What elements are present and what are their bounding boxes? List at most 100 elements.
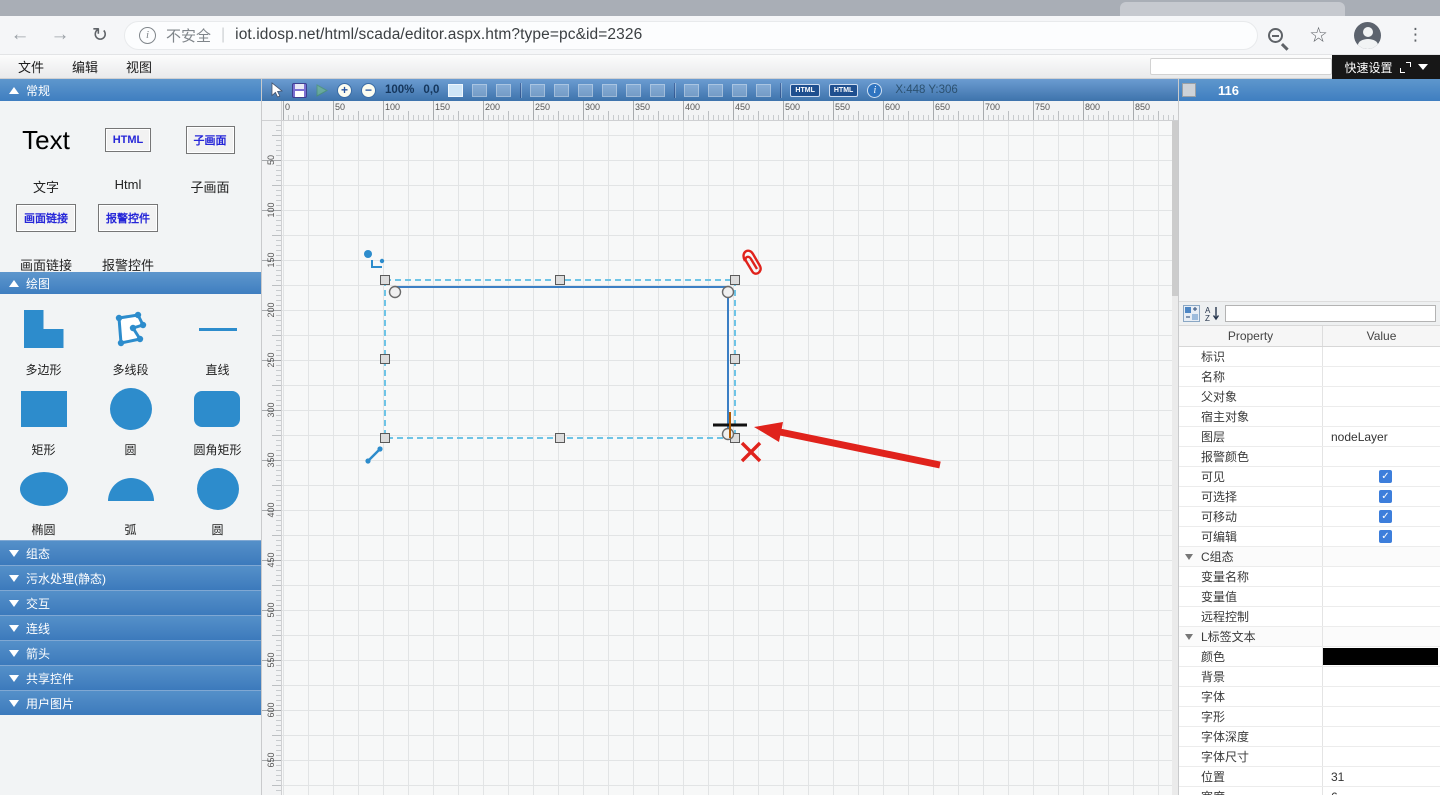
checkbox-checked-icon[interactable]: ✓ — [1379, 490, 1392, 503]
palette-item-subscreen[interactable]: 子画面 子画面 — [166, 117, 254, 196]
property-row[interactable]: 图层 nodeLayer — [1179, 427, 1440, 447]
property-row[interactable]: 标识 — [1179, 347, 1440, 367]
property-row[interactable]: 远程控制 — [1179, 607, 1440, 627]
property-filter-input[interactable] — [1225, 305, 1436, 322]
triangle-down-icon[interactable] — [1185, 634, 1193, 640]
canvas-settings-icon[interactable] — [448, 83, 464, 97]
property-value[interactable] — [1323, 727, 1440, 746]
run-icon[interactable] — [316, 83, 328, 97]
property-value[interactable] — [1323, 587, 1440, 606]
property-row[interactable]: 报警颜色 — [1179, 447, 1440, 467]
shape-arc[interactable]: 弧 — [107, 464, 154, 538]
align-bottom-icon[interactable] — [650, 83, 666, 97]
sidebar-section-collapsed-6[interactable]: 用户图片 — [0, 690, 261, 715]
property-value[interactable] — [1323, 547, 1440, 566]
align-right-icon[interactable] — [578, 83, 594, 97]
align-center-icon[interactable] — [554, 83, 570, 97]
shape-polyline[interactable]: 多线段 — [109, 304, 153, 378]
property-row[interactable]: 可编辑 ✓ — [1179, 527, 1440, 547]
shape-polygon[interactable]: 多边形 — [23, 304, 64, 378]
sidebar-section-collapsed-3[interactable]: 连线 — [0, 615, 261, 640]
browser-menu-icon[interactable]: ⋮ — [1407, 25, 1424, 45]
property-row[interactable]: 宿主对象 — [1179, 407, 1440, 427]
property-row[interactable]: 字体尺寸 — [1179, 747, 1440, 767]
property-row[interactable]: 字体深度 — [1179, 727, 1440, 747]
property-row[interactable]: 可移动 ✓ — [1179, 507, 1440, 527]
shape-circle[interactable]: 圆 — [109, 384, 152, 458]
property-group-row[interactable]: L标签文本 — [1179, 627, 1440, 647]
shape-line[interactable]: 直线 — [198, 304, 237, 378]
property-value[interactable]: nodeLayer — [1323, 427, 1440, 446]
property-value[interactable] — [1323, 567, 1440, 586]
url-field[interactable]: i 不安全 | iot.idosp.net/html/scada/editor.… — [124, 20, 1259, 50]
back-icon[interactable]: ← — [0, 24, 40, 46]
property-row[interactable]: 颜色 — [1179, 647, 1440, 667]
property-value[interactable] — [1323, 687, 1440, 706]
property-value[interactable] — [1323, 367, 1440, 386]
palette-item-html[interactable]: HTML Html — [84, 117, 172, 192]
polyline-vertex[interactable] — [721, 427, 735, 441]
align-left-icon[interactable] — [530, 83, 546, 97]
sidebar-section-collapsed-5[interactable]: 共享控件 — [0, 665, 261, 690]
property-row[interactable]: 变量值 — [1179, 587, 1440, 607]
html-export-icon[interactable]: HTML — [828, 83, 859, 97]
property-row[interactable]: 字体 — [1179, 687, 1440, 707]
polyline-vertex[interactable] — [388, 285, 402, 299]
property-value[interactable] — [1323, 627, 1440, 646]
reload-icon[interactable]: ↻ — [80, 24, 120, 47]
shape-ellipse[interactable]: 椭圆 — [19, 464, 68, 538]
property-value[interactable] — [1323, 387, 1440, 406]
categorized-view-icon[interactable] — [1183, 305, 1200, 322]
selection-handle[interactable] — [380, 275, 390, 285]
sidebar-section-collapsed-4[interactable]: 箭头 — [0, 640, 261, 665]
selection-handle[interactable] — [380, 433, 390, 443]
sidebar-section-collapsed-2[interactable]: 交互 — [0, 590, 261, 615]
property-row[interactable]: 字形 — [1179, 707, 1440, 727]
property-value[interactable] — [1323, 347, 1440, 366]
bookmark-star-icon[interactable]: ☆ — [1309, 23, 1328, 48]
property-value[interactable]: 31 — [1323, 767, 1440, 786]
drawn-polyline[interactable] — [395, 286, 729, 430]
property-row[interactable]: 父对象 — [1179, 387, 1440, 407]
selection-handle[interactable] — [380, 354, 390, 364]
color-swatch[interactable] — [1323, 648, 1438, 665]
shape-rect[interactable]: 矩形 — [20, 384, 67, 458]
menubar-input[interactable] — [1150, 58, 1332, 75]
palette-item-screen-link[interactable]: 画面链接 画面链接 — [2, 195, 90, 274]
property-value[interactable] — [1323, 647, 1440, 666]
menu-file[interactable]: 文件 — [18, 57, 44, 76]
checkbox-checked-icon[interactable]: ✓ — [1379, 510, 1392, 523]
cursor-tool-icon[interactable] — [270, 82, 283, 98]
selection-handle[interactable] — [730, 275, 740, 285]
distribute-icon[interactable] — [756, 83, 772, 97]
property-value[interactable] — [1323, 707, 1440, 726]
zoom-in-icon[interactable]: + — [337, 82, 352, 98]
shape-rounded-rect[interactable]: 圆角矩形 — [193, 384, 242, 458]
zoom-out-icon[interactable]: − — [361, 82, 376, 98]
align-top-icon[interactable] — [602, 83, 618, 97]
canvas[interactable] — [282, 121, 1178, 795]
selection-handle[interactable] — [555, 433, 565, 443]
scrollbar-thumb[interactable] — [1172, 121, 1178, 296]
same-height-icon[interactable] — [708, 83, 724, 97]
sidebar-section-collapsed-0[interactable]: 组态 — [0, 540, 261, 565]
property-value[interactable] — [1323, 447, 1440, 466]
property-row[interactable]: 可选择 ✓ — [1179, 487, 1440, 507]
property-row[interactable]: 变量名称 — [1179, 567, 1440, 587]
sidebar-section-drawing[interactable]: 绘图 — [0, 272, 261, 294]
quick-settings[interactable]: 快速设置 — [1332, 55, 1440, 79]
sidebar-section-collapsed-1[interactable]: 污水处理(静态) — [0, 565, 261, 590]
forward-icon[interactable]: → — [40, 24, 80, 46]
property-value[interactable]: ✓ — [1323, 507, 1440, 526]
page-info-icon[interactable]: i — [139, 26, 156, 44]
property-value[interactable]: ✓ — [1323, 467, 1440, 486]
palette-item-alarm-control[interactable]: 报警控件 报警控件 — [84, 195, 172, 274]
property-row[interactable]: 宽度6 — [1179, 787, 1440, 795]
page-zoom-icon[interactable] — [1268, 27, 1284, 43]
panel-collapse-icon[interactable] — [1182, 83, 1196, 97]
chevron-down-icon[interactable] — [1417, 64, 1428, 70]
property-row[interactable]: 位置 31 — [1179, 767, 1440, 787]
avatar[interactable] — [1354, 21, 1381, 49]
property-row[interactable]: 名称 — [1179, 367, 1440, 387]
property-value[interactable]: 6 — [1323, 787, 1440, 795]
